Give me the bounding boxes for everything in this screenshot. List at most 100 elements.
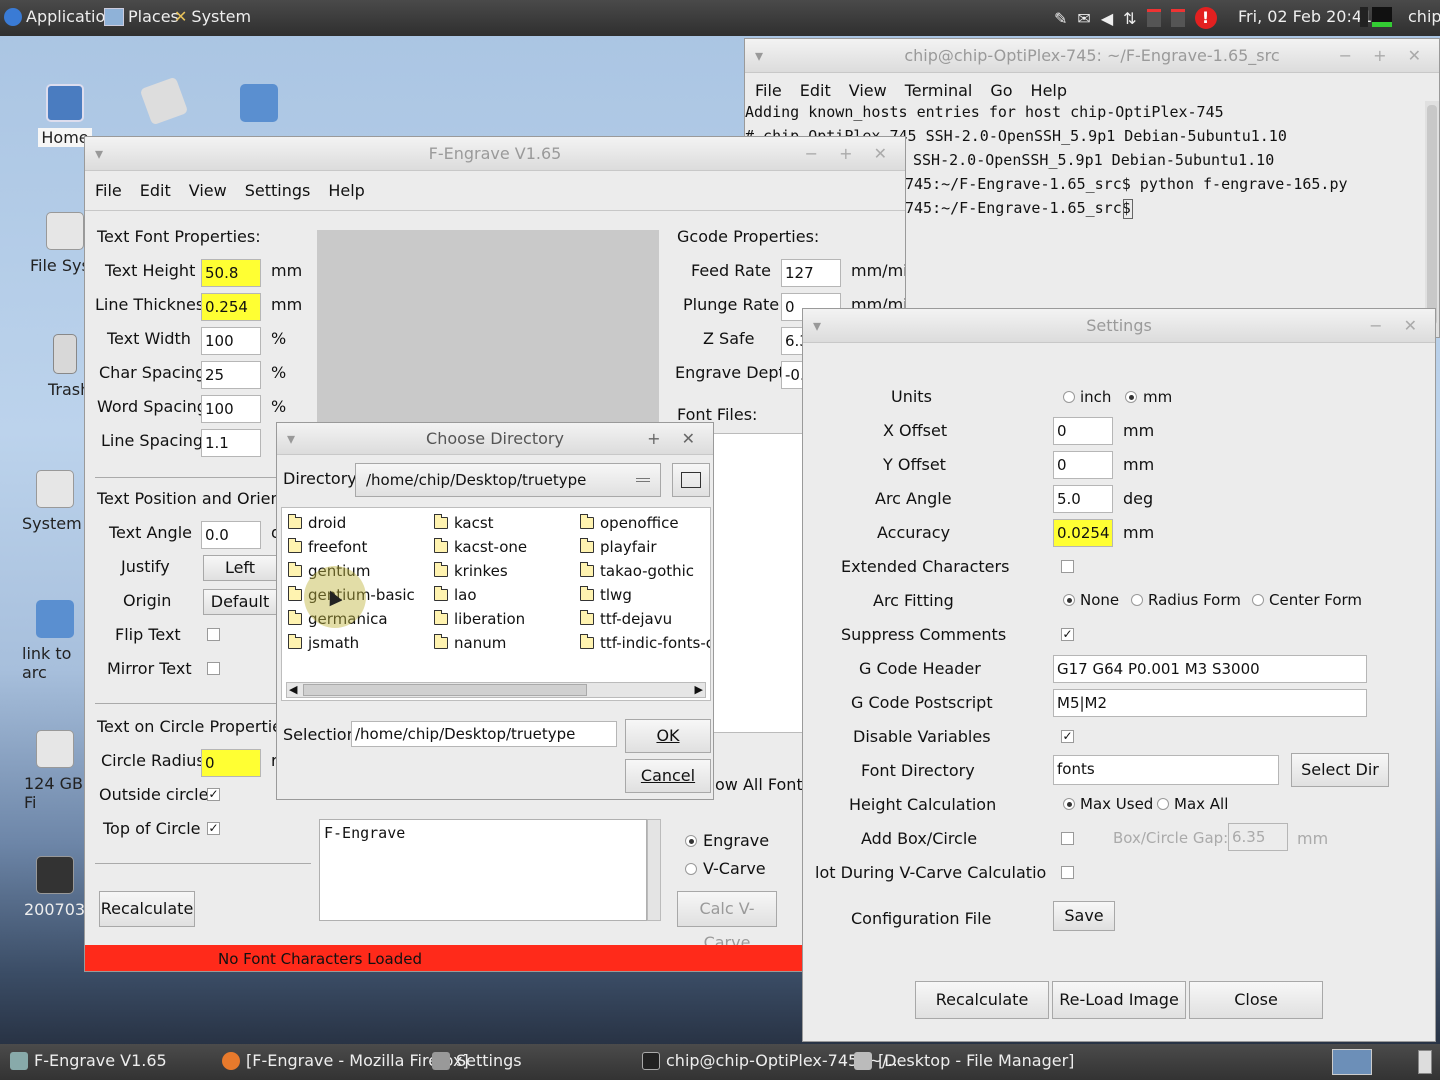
taskbar-item-fengrave[interactable]: F-Engrave V1.65 (10, 1051, 167, 1070)
arc-angle-input[interactable]: 5.0 (1053, 485, 1113, 513)
terminal-menu-go[interactable]: Go (990, 81, 1012, 100)
save-config-button[interactable]: Save (1053, 901, 1115, 931)
origin-dropdown[interactable]: Default (203, 589, 277, 615)
list-item[interactable]: ttf-indic-fonts-cor (580, 634, 710, 652)
justify-dropdown[interactable]: Left (203, 555, 277, 581)
directory-dropdown[interactable]: /home/chip/Desktop/truetype (355, 463, 661, 497)
flip-text-checkbox[interactable] (207, 628, 220, 641)
list-item[interactable]: nanum (434, 634, 506, 652)
list-item[interactable]: openoffice (580, 514, 679, 532)
list-item[interactable]: krinkes (434, 562, 508, 580)
gcode-header-input[interactable]: G17 G64 P0.001 M3 S3000 (1053, 655, 1367, 683)
desktop-icon-script[interactable] (121, 76, 207, 126)
text-angle-input[interactable]: 0.0 (201, 521, 261, 549)
battery2-icon[interactable] (1170, 9, 1185, 27)
terminal-menu-view[interactable]: View (849, 81, 887, 100)
reload-image-button[interactable]: Re-Load Image (1052, 981, 1186, 1019)
taskbar-item-settings[interactable]: Settings (432, 1051, 522, 1070)
recalculate-button[interactable]: Recalculate (99, 891, 195, 927)
terminal-scrollbar[interactable] (1425, 101, 1439, 337)
max-all-radio[interactable] (1157, 798, 1169, 810)
calc-vcarve-button[interactable]: Calc V-Carve (677, 891, 777, 952)
fengrave-titlebar[interactable]: ▾ F-Engrave V1.65 − + ✕ (85, 137, 905, 171)
terminal-menu-edit[interactable]: Edit (800, 81, 831, 100)
trash-applet-icon[interactable] (1418, 1050, 1432, 1074)
suppress-comments-checkbox[interactable]: ✓ (1061, 628, 1074, 641)
engrave-text-area[interactable]: F-Engrave (319, 819, 647, 921)
terminal-menu-file[interactable]: File (755, 81, 782, 100)
menu-file[interactable]: File (95, 181, 122, 200)
alert-icon[interactable]: ! (1194, 7, 1217, 29)
gcode-postscript-input[interactable]: M5|M2 (1053, 689, 1367, 717)
arc-radius-radio[interactable] (1131, 594, 1143, 606)
window-menu-icon[interactable]: ▾ (755, 39, 763, 73)
text-scrollbar[interactable] (647, 819, 661, 921)
taskbar-item-file-manager[interactable]: [Desktop - File Manager] (854, 1051, 1074, 1070)
list-item[interactable]: kacst (434, 514, 494, 532)
cancel-button[interactable]: Cancel (625, 759, 711, 793)
text-width-input[interactable]: 100 (201, 327, 261, 355)
list-item[interactable]: freefont (288, 538, 367, 556)
list-item[interactable]: kacst-one (434, 538, 527, 556)
directory-hscrollbar[interactable]: ◀ ▶ (286, 682, 706, 698)
list-item[interactable]: tlwg (580, 586, 632, 604)
terminal-menu-terminal[interactable]: Terminal (905, 81, 973, 100)
mirror-text-checkbox[interactable] (207, 662, 220, 675)
list-item[interactable]: jsmath (288, 634, 359, 652)
desktop-icon-folder[interactable] (216, 84, 302, 128)
settings-close-button[interactable]: Close (1189, 981, 1323, 1019)
add-box-circle-checkbox[interactable] (1061, 832, 1074, 845)
menu-view[interactable]: View (189, 181, 227, 200)
x-offset-input[interactable]: 0 (1053, 417, 1113, 445)
list-item[interactable]: liberation (434, 610, 525, 628)
scroll-thumb[interactable] (303, 684, 587, 696)
list-item[interactable]: playfair (580, 538, 657, 556)
cpu-monitor-icon[interactable] (1360, 7, 1392, 27)
scroll-left-icon[interactable]: ◀ (289, 683, 297, 696)
units-mm-radio[interactable] (1125, 391, 1137, 403)
scroll-right-icon[interactable]: ▶ (695, 683, 703, 696)
window-controls[interactable]: − + ✕ (805, 137, 895, 171)
circle-radius-input[interactable]: 0 (201, 749, 261, 777)
workspace-switcher[interactable] (1332, 1049, 1372, 1075)
font-directory-input[interactable]: fonts (1053, 755, 1279, 785)
list-item[interactable]: takao-gothic (580, 562, 694, 580)
user-menu[interactable]: chip (1408, 7, 1440, 26)
settings-titlebar[interactable]: ▾ Settings − ✕ (803, 309, 1435, 343)
window-menu-icon[interactable]: ▾ (813, 309, 821, 343)
line-spacing-input[interactable]: 1.1 (201, 429, 261, 457)
clock[interactable]: Fri, 02 Feb 20:41 (1238, 7, 1372, 26)
menu-help[interactable]: Help (328, 181, 364, 200)
places-menu[interactable]: Places (104, 7, 179, 26)
top-circle-checkbox[interactable]: ✓ (207, 822, 220, 835)
outside-circle-checkbox[interactable]: ✓ (207, 788, 220, 801)
select-dir-button[interactable]: Select Dir (1291, 753, 1389, 787)
arc-none-radio[interactable] (1063, 594, 1075, 606)
menu-settings[interactable]: Settings (245, 181, 311, 200)
ok-button[interactable]: OK (625, 719, 711, 753)
window-menu-icon[interactable]: ▾ (287, 423, 295, 455)
menu-edit[interactable]: Edit (140, 181, 171, 200)
text-height-input[interactable]: 50.8 (201, 259, 261, 287)
engrave-radio[interactable] (685, 835, 697, 847)
char-spacing-input[interactable]: 25 (201, 361, 261, 389)
window-menu-icon[interactable]: ▾ (95, 137, 103, 171)
extended-chars-checkbox[interactable] (1061, 560, 1074, 573)
list-item[interactable]: lao (434, 586, 477, 604)
system-menu[interactable]: ✕ System (174, 7, 251, 26)
volume-icon[interactable]: ◀ (1101, 9, 1113, 28)
y-offset-input[interactable]: 0 (1053, 451, 1113, 479)
terminal-titlebar[interactable]: ▾ chip@chip-OptiPlex-745: ~/F-Engrave-1.… (745, 39, 1439, 73)
window-controls[interactable]: + ✕ (647, 423, 703, 455)
line-thickness-input[interactable]: 0.254 (201, 293, 261, 321)
window-controls[interactable]: − + ✕ (1339, 39, 1429, 73)
max-used-radio[interactable] (1063, 798, 1075, 810)
notes-icon[interactable]: ✎ (1054, 9, 1067, 28)
arc-center-radio[interactable] (1252, 594, 1264, 606)
feed-rate-input[interactable]: 127 (781, 259, 841, 287)
vcarve-radio[interactable] (685, 863, 697, 875)
mail-icon[interactable]: ✉ (1077, 9, 1090, 28)
battery-icon[interactable] (1146, 9, 1161, 27)
terminal-menu-help[interactable]: Help (1031, 81, 1067, 100)
window-controls[interactable]: − ✕ (1369, 309, 1425, 343)
